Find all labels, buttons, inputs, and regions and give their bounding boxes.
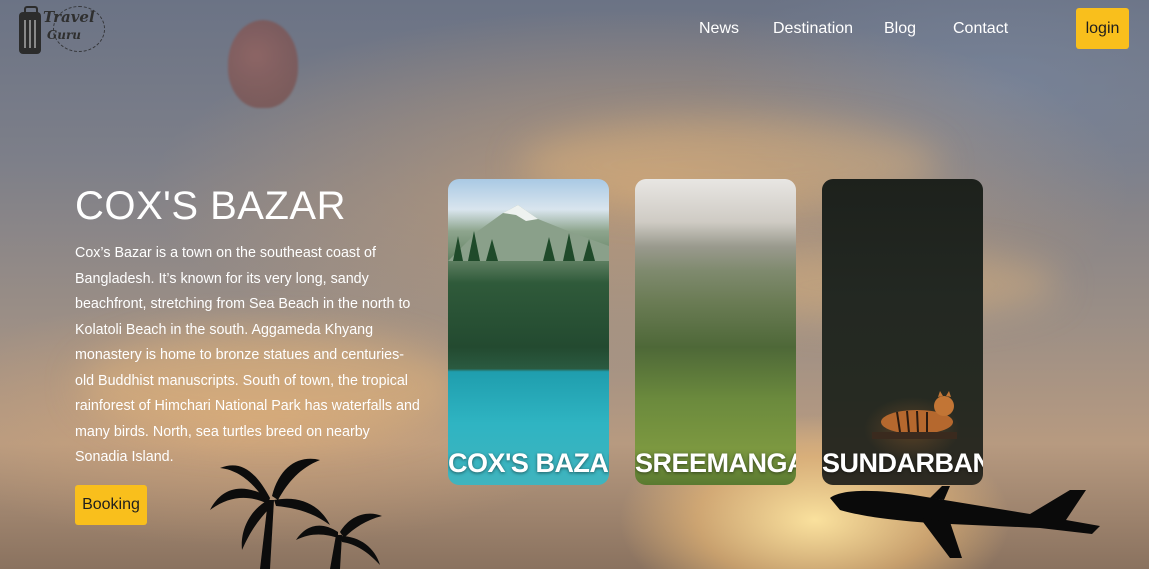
- nav-destination[interactable]: Destination: [773, 20, 853, 38]
- card-label: COX'S BAZAR: [448, 448, 609, 478]
- destination-card-sundarban[interactable]: SUNDARBAN: [822, 179, 983, 485]
- mountain-illustration: [448, 205, 609, 261]
- palm-tree-silhouette: [210, 458, 382, 569]
- login-button[interactable]: login: [1076, 8, 1129, 49]
- nav-news[interactable]: News: [699, 20, 739, 38]
- destination-card-coxs-bazar[interactable]: COX'S BAZAR: [448, 179, 609, 485]
- booking-button[interactable]: Booking: [75, 485, 147, 525]
- card-label: SUNDARBAN: [822, 448, 983, 478]
- airplane-silhouette: [830, 486, 1100, 558]
- tiger-illustration: [872, 391, 957, 439]
- nav-blog[interactable]: Blog: [884, 20, 916, 38]
- nav-contact[interactable]: Contact: [953, 20, 1008, 38]
- hero-description: Cox’s Bazar is a town on the southeast c…: [75, 245, 420, 465]
- destination-card-sreemangal[interactable]: SREEMANGAL: [635, 179, 796, 485]
- card-label: SREEMANGAL: [635, 448, 796, 478]
- main-nav: News Destination Blog Contact: [0, 20, 1149, 42]
- hero-title: COX'S BAZAR: [75, 184, 346, 228]
